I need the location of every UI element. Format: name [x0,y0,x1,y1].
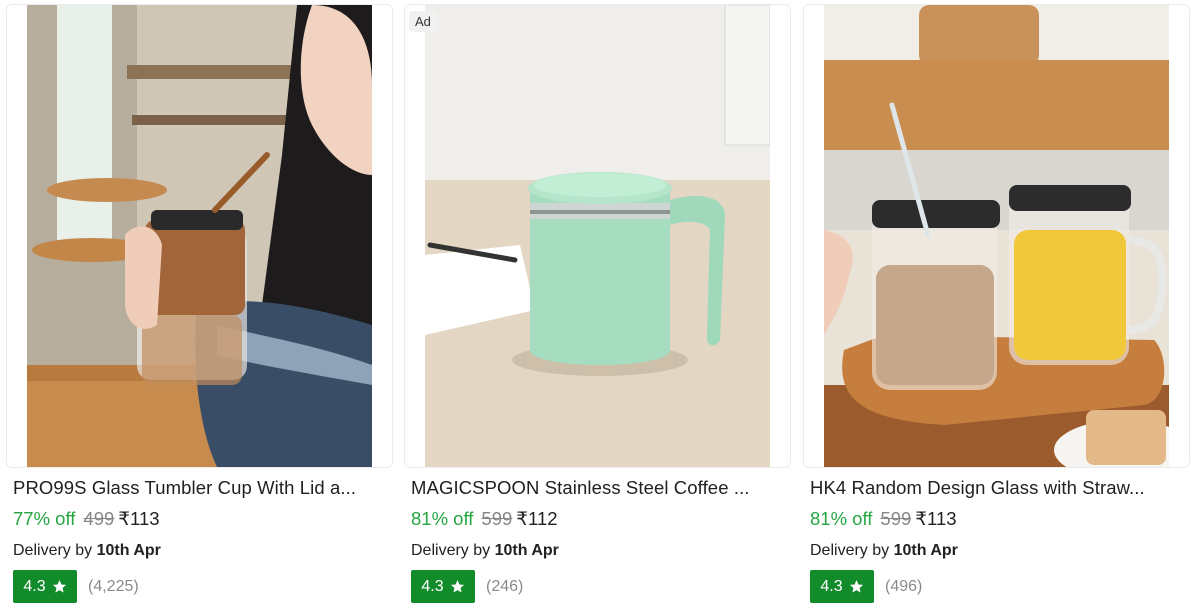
delivery-info: Delivery by 10th Apr [810,542,958,560]
discount-label: 81% off [810,508,873,529]
delivery-date: 10th Apr [494,542,559,559]
original-price: 599 [880,508,912,529]
price-row: 77% off 499 ₹113 [13,508,160,530]
delivery-prefix: Delivery by [810,542,890,559]
tumbler-photo [27,5,372,467]
star-icon [849,580,863,593]
delivery-prefix: Delivery by [411,542,491,559]
star-icon [52,580,66,593]
delivery-date: 10th Apr [893,542,958,559]
product-title[interactable]: PRO99S Glass Tumbler Cup With Lid a... [13,477,385,499]
product-title[interactable]: MAGICSPOON Stainless Steel Coffee ... [411,477,783,499]
rating-count: (4,225) [88,577,139,595]
delivery-prefix: Delivery by [13,542,93,559]
product-grid: PRO99S Glass Tumbler Cup With Lid a... 7… [0,0,1200,610]
product-card[interactable]: HK4 Random Design Glass with Straw... 81… [803,0,1193,610]
star-icon [450,580,464,593]
sale-price: ₹112 [516,508,558,529]
rating-row: 4.3 (4,225) [13,570,139,603]
price-row: 81% off 599 ₹113 [810,508,957,530]
original-price: 499 [83,508,115,529]
rating-badge: 4.3 [13,570,77,603]
discount-label: 81% off [411,508,474,529]
rating-value: 4.3 [421,577,444,595]
sale-price: ₹113 [915,508,957,529]
original-price: 599 [481,508,513,529]
price-row: 81% off 599 ₹112 [411,508,558,530]
rating-count: (246) [486,577,524,595]
sale-price: ₹113 [118,508,160,529]
rating-badge: 4.3 [810,570,874,603]
product-image[interactable]: Ad [404,4,791,468]
product-image[interactable] [803,4,1190,468]
rating-row: 4.3 (496) [810,570,922,603]
discount-label: 77% off [13,508,76,529]
delivery-info: Delivery by 10th Apr [13,542,161,560]
product-image[interactable] [6,4,393,468]
glass-mugs-photo [824,5,1169,467]
product-title[interactable]: HK4 Random Design Glass with Straw... [810,477,1182,499]
delivery-info: Delivery by 10th Apr [411,542,559,560]
rating-badge: 4.3 [411,570,475,603]
ad-badge: Ad [409,11,437,32]
rating-count: (496) [885,577,923,595]
rating-row: 4.3 (246) [411,570,523,603]
mug-photo [425,5,770,467]
delivery-date: 10th Apr [96,542,161,559]
rating-value: 4.3 [820,577,843,595]
product-card[interactable]: PRO99S Glass Tumbler Cup With Lid a... 7… [6,0,396,610]
rating-value: 4.3 [23,577,46,595]
product-card[interactable]: Ad MAGICSPOON Stainless Steel Coffee ...… [404,0,794,610]
